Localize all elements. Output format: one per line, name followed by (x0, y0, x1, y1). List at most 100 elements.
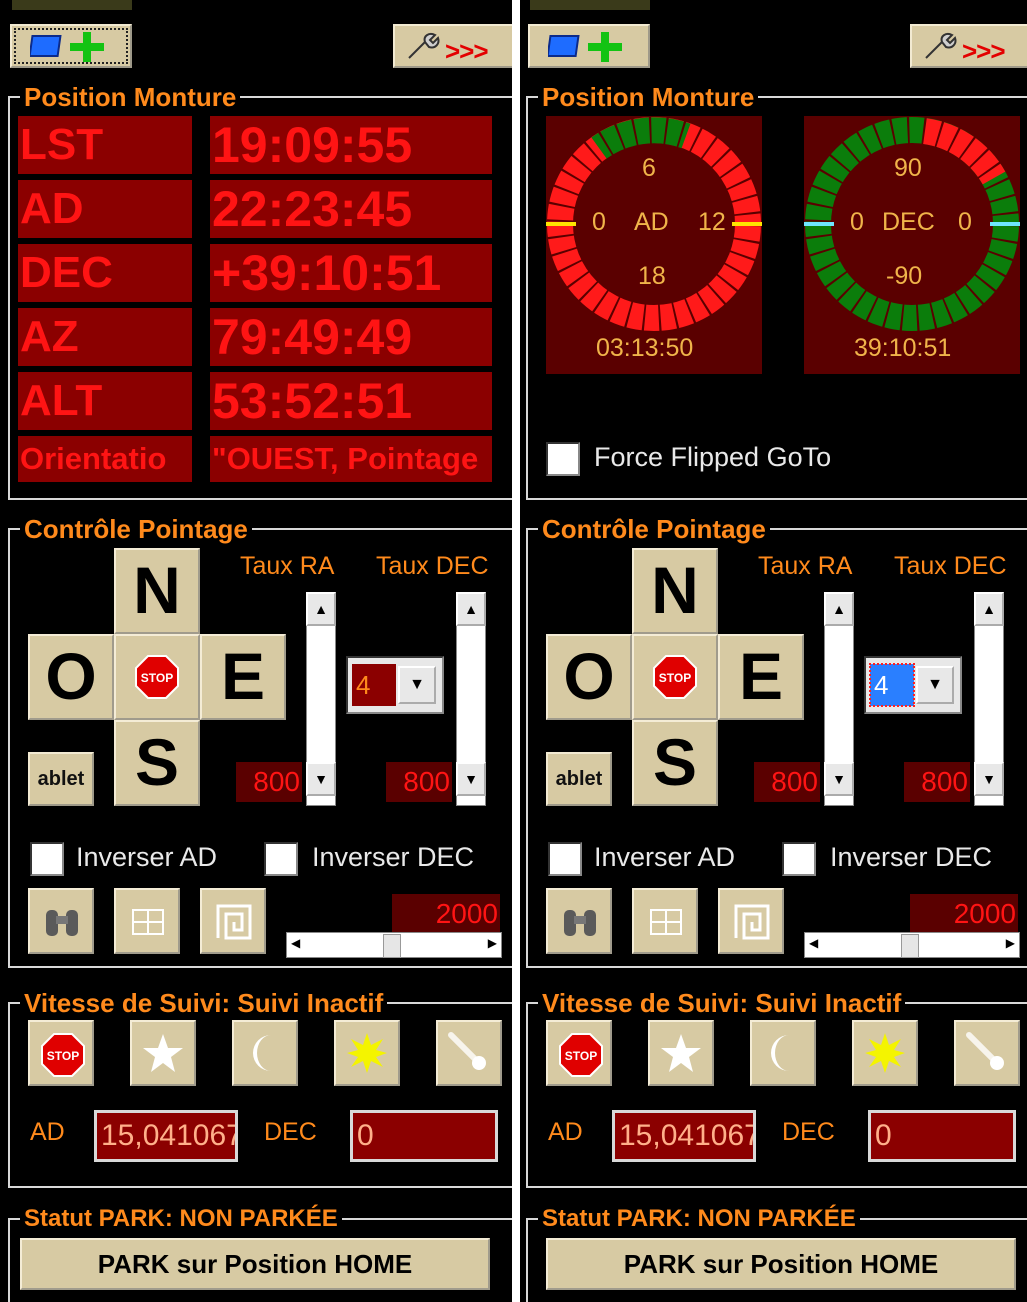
grid-button[interactable] (114, 888, 180, 954)
dec-rate-up[interactable]: ▲ (974, 592, 1004, 626)
dec-dial-left: 0 (850, 208, 864, 236)
grid-button[interactable] (632, 888, 698, 954)
slider-thumb[interactable] (383, 934, 401, 958)
park-home-button[interactable]: PARK sur Position HOME (546, 1238, 1016, 1290)
suivi-ad-input[interactable]: 15,041067 (94, 1110, 238, 1162)
slider-thumb[interactable] (901, 934, 919, 958)
grid-icon (650, 909, 682, 935)
position-title: Position Monture (538, 82, 759, 112)
chevron-down-icon[interactable]: ▼ (398, 666, 436, 704)
comet-button[interactable] (954, 1020, 1020, 1086)
inverser-dec-checkbox[interactable] (782, 842, 816, 876)
chevron-down-icon[interactable]: ▼ (916, 666, 954, 704)
svg-text:STOP: STOP (47, 1049, 79, 1063)
sidereal-button[interactable] (130, 1020, 196, 1086)
inverser-ad-checkbox[interactable] (548, 842, 582, 876)
south-button[interactable]: S (632, 720, 718, 806)
suivi-ad-label: AD (30, 1118, 65, 1146)
suivi-ad-input[interactable]: 15,041067 (612, 1110, 756, 1162)
rate-select-value: 4 (352, 664, 396, 706)
sun-icon (865, 1033, 905, 1073)
west-button[interactable]: O (546, 634, 632, 720)
north-button[interactable]: N (632, 548, 718, 634)
orientation-value: "OUEST, Pointage (210, 436, 492, 482)
alt-value: 53:52:51 (210, 372, 492, 430)
inverser-ad-checkbox[interactable] (30, 842, 64, 876)
suivi-dec-input[interactable]: 0 (868, 1110, 1016, 1162)
inverser-dec-checkbox[interactable] (264, 842, 298, 876)
stop-button[interactable]: STOP (632, 634, 718, 720)
svg-text:STOP: STOP (659, 671, 691, 685)
lunar-button[interactable] (232, 1020, 298, 1086)
speed-slider[interactable]: ◀ ▶ (286, 932, 502, 958)
ra-dial-right: 12 (698, 208, 726, 236)
settings-button[interactable]: >>> (393, 24, 512, 68)
rate-select-value: 4 (869, 663, 915, 707)
controle-title: Contrôle Pointage (538, 514, 770, 544)
dec-value: +39:10:51 (210, 244, 492, 302)
suivi-dec-label: DEC (782, 1118, 835, 1146)
sidereal-button[interactable] (648, 1020, 714, 1086)
spiral-button[interactable] (718, 888, 784, 954)
comet-button[interactable] (436, 1020, 502, 1086)
right-panel: >>> Position Monture 6 0 AD 12 18 03:13:… (520, 0, 1027, 1302)
ra-rate-down[interactable]: ▼ (306, 762, 336, 796)
tab-strip (12, 0, 132, 10)
dec-dial-mid: DEC (882, 208, 935, 236)
left-arrow-icon[interactable]: ◀ (809, 936, 818, 950)
tablet-button[interactable]: ablet (28, 752, 94, 806)
east-button[interactable]: E (200, 634, 286, 720)
az-value: 79:49:49 (210, 308, 492, 366)
dec-rate-down[interactable]: ▼ (456, 762, 486, 796)
rate-select[interactable]: 4 ▼ (346, 656, 444, 714)
west-button[interactable]: O (28, 634, 114, 720)
star-icon (661, 1034, 701, 1072)
add-device-button[interactable] (528, 24, 650, 68)
settings-button[interactable]: >>> (910, 24, 1027, 68)
ra-dial-readout: 03:13:50 (596, 334, 694, 362)
ra-rate-value: 800 (754, 762, 820, 802)
ra-rate-down[interactable]: ▼ (824, 762, 854, 796)
ra-rate-up[interactable]: ▲ (306, 592, 336, 626)
binoculars-button[interactable] (546, 888, 612, 954)
svg-text:STOP: STOP (141, 671, 173, 685)
tablet-button[interactable]: ablet (546, 752, 612, 806)
binoculars-button[interactable] (28, 888, 94, 954)
star-icon (143, 1034, 183, 1072)
speed-value: 2000 (910, 894, 1018, 934)
stop-button[interactable]: STOP (114, 634, 200, 720)
solar-button[interactable] (852, 1020, 918, 1086)
force-flip-checkbox[interactable] (546, 442, 580, 476)
alt-label: ALT (18, 372, 192, 430)
speed-slider[interactable]: ◀ ▶ (804, 932, 1020, 958)
ra-dial-left: 0 (592, 208, 606, 236)
moon-icon (253, 1035, 271, 1071)
taux-ra-label: Taux RA (758, 552, 853, 580)
ra-rate-value: 800 (236, 762, 302, 802)
tracking-stop-button[interactable]: STOP (28, 1020, 94, 1086)
spiral-button[interactable] (200, 888, 266, 954)
north-button[interactable]: N (114, 548, 200, 634)
wrench-icon (408, 32, 440, 59)
dec-rate-down[interactable]: ▼ (974, 762, 1004, 796)
suivi-dec-input[interactable]: 0 (350, 1110, 498, 1162)
dec-rate-up[interactable]: ▲ (456, 592, 486, 626)
ra-rate-up[interactable]: ▲ (824, 592, 854, 626)
controle-title: Contrôle Pointage (20, 514, 252, 544)
lunar-button[interactable] (750, 1020, 816, 1086)
az-label: AZ (18, 308, 192, 366)
east-button[interactable]: E (718, 634, 804, 720)
suivi-title: Vitesse de Suivi: Suivi Inactif (538, 988, 906, 1018)
left-arrow-icon[interactable]: ◀ (291, 936, 300, 950)
park-status: Statut PARK: NON PARKÉE (538, 1204, 860, 1234)
right-arrow-icon[interactable]: ▶ (488, 936, 497, 950)
solar-button[interactable] (334, 1020, 400, 1086)
tracking-stop-button[interactable]: STOP (546, 1020, 612, 1086)
inverser-dec-label: Inverser DEC (312, 842, 475, 872)
rate-select[interactable]: 4 ▼ (864, 656, 962, 714)
right-arrow-icon[interactable]: ▶ (1006, 936, 1015, 950)
park-home-button[interactable]: PARK sur Position HOME (20, 1238, 490, 1290)
add-monitor-icon (548, 32, 622, 62)
add-device-button[interactable] (10, 24, 132, 68)
south-button[interactable]: S (114, 720, 200, 806)
